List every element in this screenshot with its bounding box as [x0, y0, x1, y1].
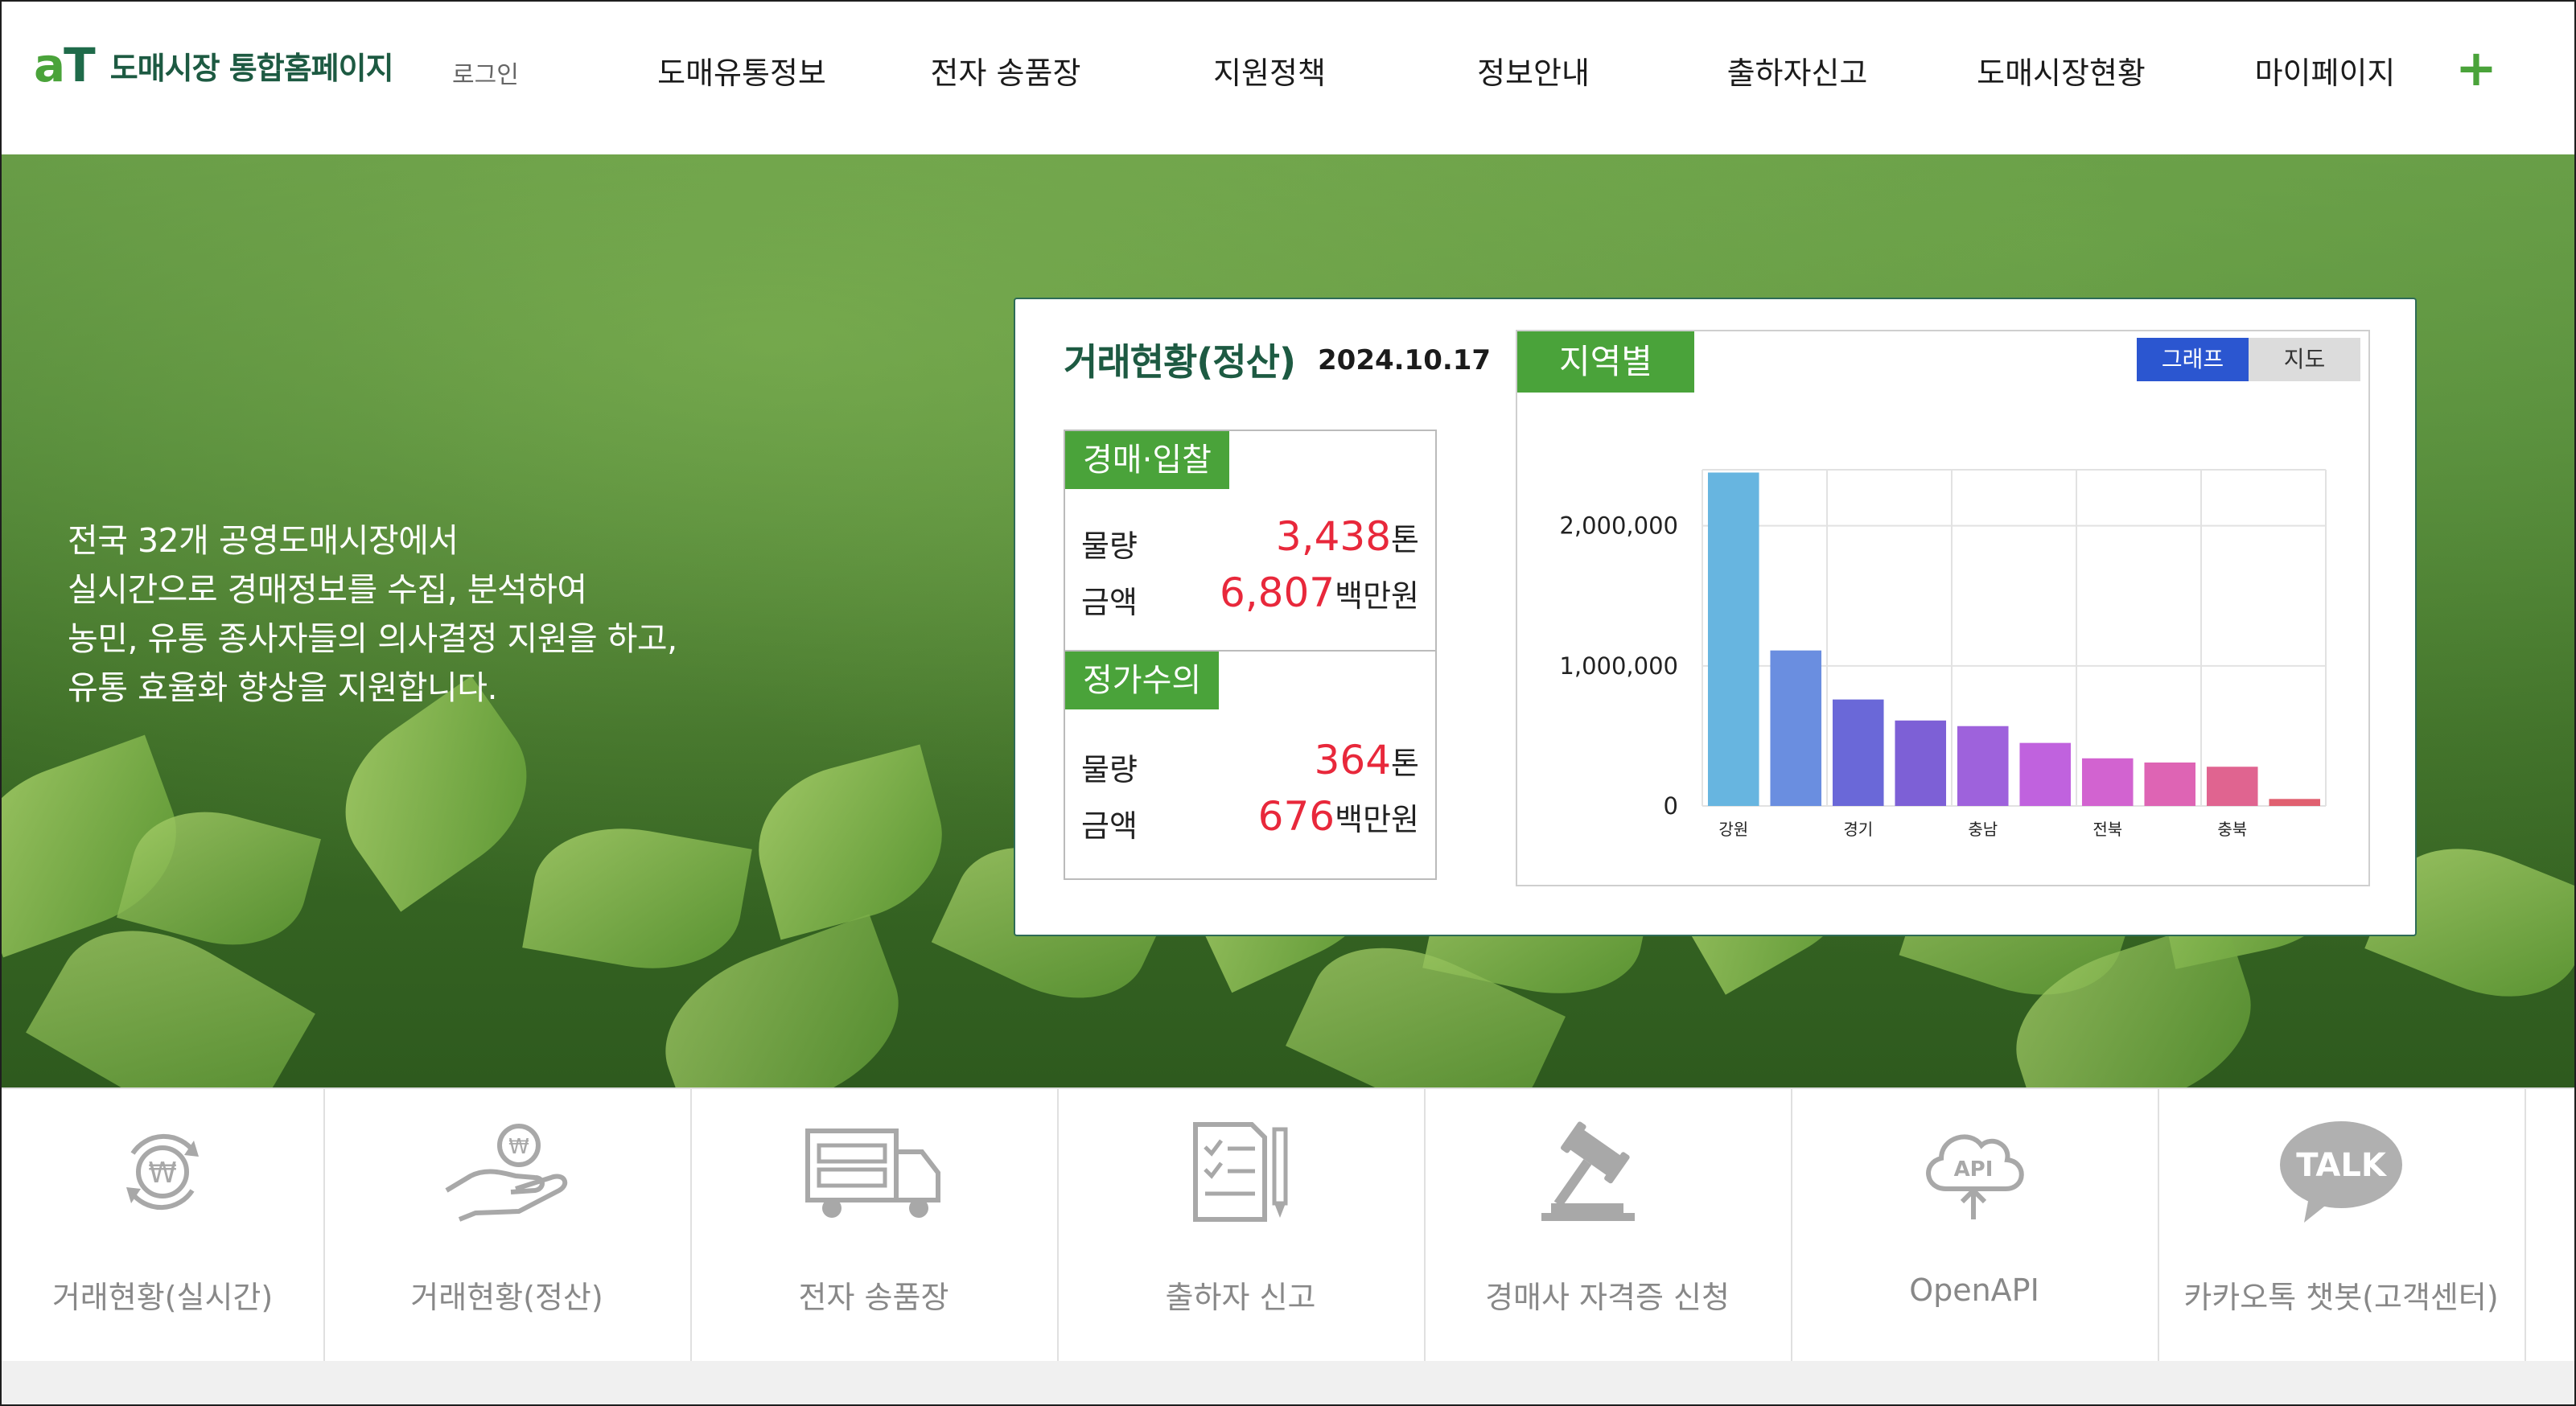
- auction-amount-label: 금액: [1081, 585, 1138, 620]
- y-tick-label: 1,000,000: [1559, 652, 1678, 680]
- chart-bar: [2019, 742, 2072, 806]
- x-tick-label: 충북: [2217, 820, 2247, 839]
- leaf-decoration: [522, 812, 752, 985]
- chart-bar: [1957, 726, 2009, 806]
- hand-coin-icon: ₩: [445, 1124, 568, 1222]
- auction-volume-value: 3,438톤: [1276, 513, 1419, 560]
- auction-amount-value: 6,807백만원: [1220, 569, 1419, 616]
- main-nav: 도매유통정보 전자 송품장 지원정책 정보안내 출하자신고 도매시장현황 마이페…: [613, 48, 2415, 97]
- quick-item-auctioneer-license[interactable]: 경매사 자격증 신청: [1424, 1089, 1792, 1363]
- nav-item-mypage[interactable]: 마이페이지: [2196, 48, 2454, 92]
- fixed-price-tag: 정가수의: [1065, 652, 1220, 709]
- x-tick-label: 전북: [2092, 820, 2122, 839]
- auction-amount-unit: 백만원: [1335, 578, 1419, 614]
- fixed-amount-value: 676백만원: [1258, 793, 1419, 840]
- trade-status-panel: 거래현황(정산) 2024.10.17 경매·입찰 물량 3,438톤 금액 6…: [1014, 298, 2417, 936]
- quick-item-kakaotalk-chatbot[interactable]: TALK 카카오톡 챗봇(고객센터): [2158, 1089, 2526, 1363]
- gavel-icon: [1541, 1121, 1635, 1221]
- chart-bar: [2269, 799, 2321, 806]
- nav-item-distribution-info[interactable]: 도매유통정보: [613, 48, 870, 92]
- quick-item-openapi[interactable]: API OpenAPI: [1791, 1089, 2159, 1363]
- chart-bar: [1707, 472, 1759, 806]
- quick-item-settled-trade[interactable]: ₩ 거래현황(정산): [323, 1089, 692, 1363]
- leaf-decoration: [741, 744, 960, 940]
- page-frame: aT 도매시장 통합홈페이지 로그인 도매유통정보 전자 송품장 지원정책 정보…: [0, 0, 2576, 1406]
- site-header: aT 도매시장 통합홈페이지 로그인 도매유통정보 전자 송품장 지원정책 정보…: [2, 2, 2574, 156]
- chart-bar: [1832, 699, 1884, 806]
- chart-bar: [1770, 650, 1822, 806]
- chart-bar: [1895, 720, 1947, 806]
- at-logo-mark: aT: [34, 38, 96, 92]
- auction-tag: 경매·입찰: [1065, 431, 1229, 489]
- x-tick-label: 강원: [1718, 820, 1748, 839]
- hero-line: 전국 32개 공영도매시장에서: [68, 521, 459, 560]
- fixed-volume-label: 물량: [1081, 752, 1138, 787]
- hero-line: 농민, 유통 종사자들의 의사결정 지원을 하고,: [68, 619, 677, 658]
- region-bar-chart: 0 1,000,000 2,000,000 강원 경기 충남 전북 충북: [1559, 469, 2327, 839]
- panel-date: 2024.10.17: [1318, 344, 1492, 376]
- nav-item-e-invoice[interactable]: 전자 송품장: [877, 48, 1134, 92]
- won-refresh-icon: ₩: [126, 1133, 199, 1211]
- login-link[interactable]: 로그인: [452, 55, 519, 90]
- view-toggle: 그래프 지도: [2137, 338, 2360, 381]
- toggle-graph-button[interactable]: 그래프: [2137, 338, 2249, 381]
- quick-item-label: 거래현황(실시간): [51, 1280, 274, 1315]
- nav-item-support-policy[interactable]: 지원정책: [1141, 48, 1398, 92]
- quick-item-label: 출하자 신고: [1165, 1280, 1316, 1315]
- quick-item-label: 카카오톡 챗봇(고객센터): [2183, 1280, 2499, 1315]
- footer-strip: [2, 1361, 2574, 1404]
- kakaotalk-icon: TALK: [2280, 1121, 2402, 1223]
- hero-line: 실시간으로 경매정보를 수집, 분석하여: [68, 570, 587, 609]
- hero-banner: 전국 32개 공영도매시장에서 실시간으로 경매정보를 수집, 분석하여 농민,…: [2, 154, 2574, 1087]
- chart-bar: [2206, 767, 2258, 806]
- y-tick-label: 2,000,000: [1559, 512, 1678, 540]
- tab-region[interactable]: 지역별: [1517, 331, 1694, 393]
- nav-item-market-status[interactable]: 도매시장현황: [1932, 48, 2190, 92]
- quick-item-realtime-trade[interactable]: ₩ 거래현황(실시간): [2, 1089, 325, 1363]
- trade-summary-box: 경매·입찰 물량 3,438톤 금액 6,807백만원 정가수의 물량 364톤…: [1064, 430, 1437, 880]
- plus-icon[interactable]: +: [2455, 43, 2497, 93]
- panel-title: 거래현황(정산): [1064, 340, 1296, 384]
- quick-menu: ₩ 거래현황(실시간) ₩ 거래현황(정산) 전자 송품장 출하자 신고 경매사…: [2, 1087, 2574, 1363]
- svg-text:TALK: TALK: [2296, 1147, 2388, 1184]
- x-tick-label: 충남: [1968, 820, 1998, 839]
- quick-item-label: 거래현황(정산): [410, 1280, 603, 1315]
- svg-text:API: API: [1954, 1157, 1994, 1182]
- fixed-amount-label: 금액: [1081, 808, 1138, 844]
- y-tick-label: 0: [1664, 792, 1678, 820]
- fixed-volume-unit: 톤: [1391, 746, 1419, 781]
- hero-description: 전국 32개 공영도매시장에서 실시간으로 경매정보를 수집, 분석하여 농민,…: [68, 516, 677, 713]
- svg-text:₩: ₩: [148, 1157, 177, 1190]
- auction-volume-label: 물량: [1081, 528, 1138, 564]
- quick-item-e-invoice[interactable]: 전자 송품장: [690, 1089, 1059, 1363]
- fixed-volume-value: 364톤: [1315, 737, 1419, 783]
- quick-item-label: OpenAPI: [1909, 1272, 2039, 1308]
- auction-amount-number: 6,807: [1219, 569, 1335, 616]
- nav-item-info-guide[interactable]: 정보안내: [1405, 48, 1662, 92]
- svg-text:₩: ₩: [508, 1135, 529, 1159]
- quick-item-shipper-report[interactable]: 출하자 신고: [1057, 1089, 1426, 1363]
- toggle-map-button[interactable]: 지도: [2249, 338, 2360, 381]
- checklist-pen-icon: [1193, 1122, 1288, 1222]
- nav-item-shipper-report[interactable]: 출하자신고: [1669, 48, 1926, 92]
- quick-item-label: 전자 송품장: [798, 1280, 949, 1315]
- x-tick-label: 경기: [1843, 820, 1873, 839]
- chart-bar: [2144, 763, 2196, 806]
- chart-bar: [2081, 758, 2134, 806]
- fixed-amount-number: 676: [1257, 793, 1335, 840]
- quick-item-label: 경매사 자격증 신청: [1485, 1280, 1730, 1315]
- truck-icon: [805, 1128, 940, 1218]
- fixed-amount-unit: 백만원: [1335, 802, 1419, 837]
- auction-volume-number: 3,438: [1275, 513, 1392, 560]
- site-logo[interactable]: aT 도매시장 통합홈페이지: [34, 38, 394, 92]
- hero-line: 유통 효율화 향상을 지원합니다.: [68, 668, 497, 707]
- fixed-volume-number: 364: [1314, 737, 1392, 783]
- api-cloud-icon: API: [1926, 1134, 2024, 1219]
- auction-volume-unit: 톤: [1391, 522, 1419, 557]
- site-title: 도매시장 통합홈페이지: [109, 50, 394, 86]
- region-chart-box: 0 1,000,000 2,000,000 강원 경기 충남 전북 충북 지역별 그래프 지도: [1516, 330, 2370, 886]
